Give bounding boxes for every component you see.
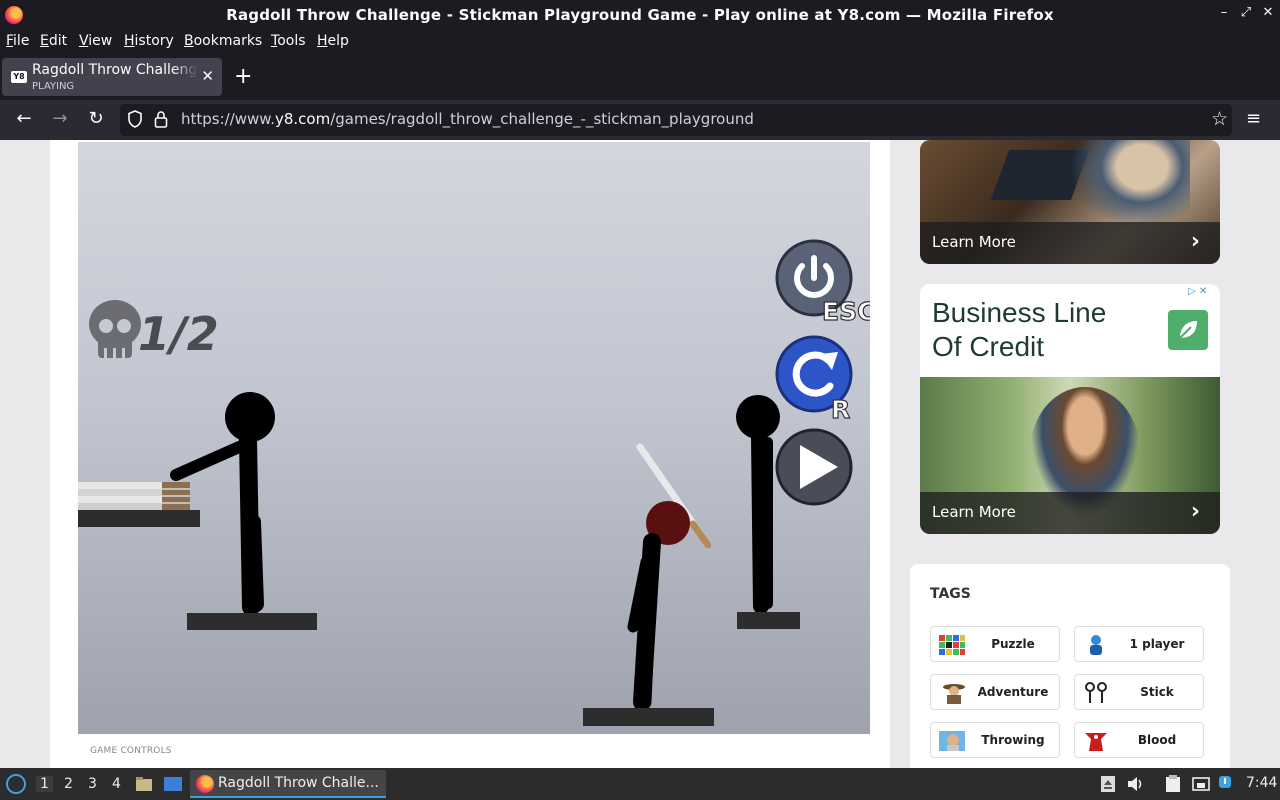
kill-counter: 1/2: [138, 307, 219, 361]
menu-history[interactable]: History: [124, 33, 174, 49]
tags-heading: TAGS: [930, 586, 971, 602]
tracking-shield-icon[interactable]: [128, 110, 142, 128]
tag-adventure[interactable]: Adventure: [930, 674, 1060, 710]
desktop-icon[interactable]: [163, 775, 183, 793]
workspace-2[interactable]: 2: [64, 776, 73, 792]
throwing-icon: [939, 731, 965, 751]
tag-1-player[interactable]: 1 player: [1074, 626, 1204, 662]
file-manager-icon[interactable]: [135, 775, 153, 793]
start-menu-icon[interactable]: [6, 774, 26, 794]
forward-button[interactable]: →: [48, 108, 72, 129]
tag-label: Adventure: [977, 685, 1049, 699]
window-title: Ragdoll Throw Challenge - Stickman Playg…: [226, 6, 1054, 24]
restart-key-hint: R: [831, 395, 850, 424]
tab-strip: Y8 Ragdoll Throw Challenge - Stickman Pl…: [0, 54, 1280, 100]
navigation-bar: ← → ↻ https://www.y8.com/games/ragdoll_t…: [0, 100, 1280, 140]
tag-throwing[interactable]: Throwing: [930, 722, 1060, 758]
taskbar-clock: 7:44: [1246, 775, 1278, 791]
player-platform: [187, 613, 317, 630]
close-window-button[interactable]: ✕: [1258, 5, 1278, 20]
window-titlebar: Ragdoll Throw Challenge - Stickman Playg…: [0, 0, 1280, 30]
tab-ragdoll[interactable]: Y8 Ragdoll Throw Challenge - Stickman Pl…: [2, 58, 222, 96]
menu-view[interactable]: View: [79, 33, 112, 49]
ad2-learn-more-bar[interactable]: Learn More ›: [920, 492, 1220, 534]
eject-icon[interactable]: [1100, 775, 1116, 793]
chevron-right-icon: ›: [1190, 229, 1200, 254]
lock-icon[interactable]: [154, 110, 168, 128]
url-bar[interactable]: https://www.y8.com/games/ragdoll_throw_c…: [120, 104, 1232, 136]
tag-label: 1 player: [1129, 637, 1185, 651]
close-tab-button[interactable]: ✕: [201, 67, 214, 85]
menu-bar: File Edit View History Bookmarks Tools H…: [0, 30, 1280, 54]
ad2-learn-more-text: Learn More: [932, 503, 1016, 521]
workspace-4[interactable]: 4: [112, 776, 121, 792]
center-platform: [583, 708, 714, 726]
stick-figures-icon: [1085, 682, 1107, 703]
game-scene: 1/2 ESC R: [78, 239, 870, 726]
tag-puzzle[interactable]: Puzzle: [930, 626, 1060, 662]
player-stickman: [170, 392, 275, 616]
ad1-learn-more-text: Learn More: [932, 233, 1016, 251]
hamburger-menu-icon[interactable]: ≡: [1246, 108, 1261, 129]
workspace-1[interactable]: 1: [36, 776, 53, 792]
tag-label: Throwing: [981, 733, 1045, 747]
maximize-button[interactable]: ⤢: [1236, 5, 1256, 20]
blood-icon: [1085, 733, 1107, 751]
network-icon[interactable]: [1192, 775, 1210, 793]
reload-button[interactable]: ↻: [84, 108, 108, 129]
tag-blood[interactable]: Blood: [1074, 722, 1204, 758]
bookmark-star-icon[interactable]: ☆: [1211, 108, 1228, 130]
menu-edit[interactable]: Edit: [40, 33, 67, 49]
player-icon: [1090, 635, 1102, 655]
esc-key-hint: ESC: [822, 297, 870, 326]
page-content: 1/2 ESC R GAME CONTROLS Learn More › ▷ ✕…: [0, 140, 1280, 768]
target-stickman: [736, 395, 780, 614]
adchoices-icon[interactable]: ▷ ✕: [1188, 286, 1207, 297]
tag-label: Blood: [1137, 733, 1177, 747]
leaf-logo-icon: [1168, 310, 1208, 350]
menu-file[interactable]: File: [6, 33, 29, 49]
right-platform: [737, 612, 800, 629]
back-button[interactable]: ←: [12, 108, 36, 129]
tag-stick[interactable]: Stick: [1074, 674, 1204, 710]
firefox-icon: [196, 775, 214, 793]
tag-label: Stick: [1140, 685, 1174, 699]
new-tab-button[interactable]: +: [234, 64, 252, 89]
menu-help[interactable]: Help: [317, 33, 349, 49]
ad2-headline: Business Line Of Credit: [932, 297, 1107, 362]
url-text[interactable]: https://www.y8.com/games/ragdoll_throw_c…: [181, 110, 754, 128]
workspace-3[interactable]: 3: [88, 776, 97, 792]
y8-favicon-icon: Y8: [11, 71, 27, 83]
ad-banner-top[interactable]: Learn More ›: [920, 140, 1220, 264]
play-button[interactable]: [775, 428, 853, 506]
puzzle-grid-icon: [939, 635, 965, 655]
clipboard-icon[interactable]: [1164, 775, 1182, 793]
tab-title: Ragdoll Throw Challenge - Stickman Playg…: [32, 62, 198, 78]
game-canvas[interactable]: 1/2 ESC R: [78, 142, 870, 734]
ad-photo-person: [1070, 140, 1190, 230]
tag-label: Puzzle: [991, 637, 1035, 651]
book-stack: [78, 482, 190, 510]
left-ledge: [78, 510, 200, 527]
tags-card: TAGS Puzzle 1 player Adventure Stick Thr…: [910, 564, 1230, 768]
minimize-button[interactable]: –: [1214, 5, 1234, 20]
menu-bookmarks[interactable]: Bookmarks: [184, 33, 262, 49]
ad-banner-credit[interactable]: ▷ ✕ Business Line Of Credit Learn More ›: [920, 284, 1220, 534]
hit-stickman: [627, 443, 712, 711]
ad1-learn-more-bar[interactable]: Learn More ›: [920, 222, 1220, 264]
game-controls-label: GAME CONTROLS: [90, 746, 172, 756]
adventurer-icon: [943, 684, 965, 704]
os-taskbar: 1 2 3 4 Ragdoll Throw Challe... 7:44: [0, 768, 1280, 800]
menu-tools[interactable]: Tools: [271, 33, 306, 49]
notification-icon[interactable]: [1218, 775, 1232, 793]
chevron-right-icon: ›: [1190, 499, 1200, 524]
tab-playing-status: PLAYING: [32, 81, 75, 92]
skull-icon: [89, 300, 141, 358]
taskbar-window-title: Ragdoll Throw Challe...: [218, 775, 379, 791]
taskbar-firefox-window[interactable]: Ragdoll Throw Challe...: [190, 770, 386, 798]
volume-icon[interactable]: [1126, 775, 1144, 793]
